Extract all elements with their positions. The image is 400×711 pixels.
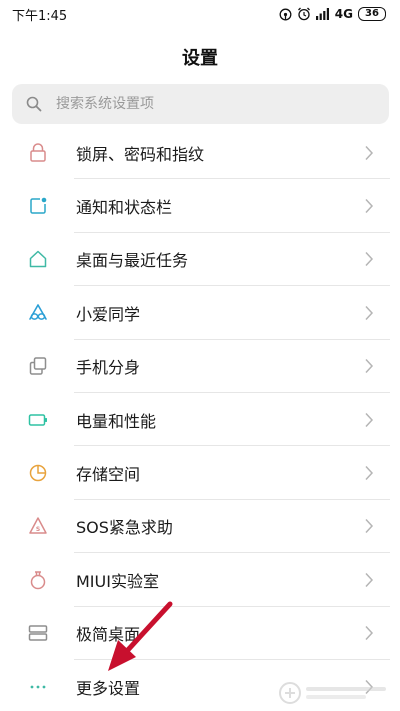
sos-icon: S (29, 517, 47, 535)
setting-item-label: 桌面与最近任务 (76, 251, 189, 271)
setting-item-xiaoai[interactable]: 小爱同学 (0, 286, 400, 340)
signal-icon (315, 8, 330, 20)
search-bar[interactable] (12, 84, 389, 124)
chevron-right-icon (365, 199, 374, 214)
alarm-icon (297, 7, 311, 21)
network-type: 4G (334, 7, 353, 21)
setting-item-second-space[interactable]: 手机分身 (0, 340, 400, 393)
storage-icon (29, 464, 47, 482)
chevron-right-icon (365, 519, 374, 534)
chevron-right-icon (365, 412, 374, 427)
more-dots-icon (30, 685, 46, 688)
lock-icon (30, 142, 46, 162)
settings-list: 锁屏、密码和指纹 通知和状态栏 桌面与最近任务 小爱同学 手机分身 电量和性能 … (0, 126, 400, 711)
status-right: 4G 36 (279, 7, 386, 21)
chevron-right-icon (365, 305, 374, 320)
setting-item-label: 手机分身 (76, 358, 141, 378)
battery-level: 36 (365, 8, 379, 19)
chevron-right-icon (365, 466, 374, 481)
setting-item-sos[interactable]: S SOS紧急求助 (0, 500, 400, 554)
search-input[interactable] (56, 96, 346, 112)
header: 设置 (0, 40, 400, 74)
svg-text:S: S (36, 526, 40, 533)
status-left: 下午1:45 (12, 5, 67, 24)
watermark-logo (279, 682, 386, 704)
chevron-right-icon (365, 626, 374, 641)
setting-item-miui-lab[interactable]: MIUI实验室 (0, 553, 400, 607)
setting-item-label: SOS紧急求助 (76, 518, 173, 538)
page-title: 设置 (182, 48, 218, 69)
setting-item-storage[interactable]: 存储空间 (0, 446, 400, 500)
setting-item-label: 极简桌面 (76, 625, 141, 645)
second-space-icon (29, 357, 47, 375)
home-icon (29, 251, 47, 268)
setting-item-label: 通知和状态栏 (76, 198, 173, 218)
battery-icon (28, 413, 47, 426)
battery-indicator: 36 (358, 7, 386, 21)
simple-home-icon (28, 625, 48, 641)
chevron-right-icon (365, 572, 374, 587)
status-time: 下午1:45 (12, 8, 68, 24)
setting-item-notifications[interactable]: 通知和状态栏 (0, 179, 400, 233)
hotspot-icon (279, 8, 292, 21)
setting-item-label: 更多设置 (76, 678, 141, 698)
chevron-right-icon (365, 252, 374, 267)
notification-icon (30, 197, 47, 214)
setting-item-home-screen[interactable]: 桌面与最近任务 (0, 233, 400, 287)
xiaoai-icon (29, 304, 47, 320)
lab-icon (30, 571, 46, 590)
setting-item-battery[interactable]: 电量和性能 (0, 393, 400, 447)
setting-item-label: 小爱同学 (76, 304, 141, 324)
setting-item-label: 电量和性能 (76, 411, 157, 431)
chevron-right-icon (365, 359, 374, 374)
chevron-right-icon (365, 145, 374, 160)
status-bar: 下午1:45 4G 36 (0, 0, 400, 28)
setting-item-lock-screen[interactable]: 锁屏、密码和指纹 (0, 126, 400, 180)
setting-item-simple-home[interactable]: 极简桌面 (0, 607, 400, 660)
search-icon (26, 96, 42, 112)
setting-item-label: 存储空间 (76, 465, 141, 485)
setting-item-label: MIUI实验室 (76, 571, 159, 591)
setting-item-label: 锁屏、密码和指纹 (76, 144, 205, 164)
